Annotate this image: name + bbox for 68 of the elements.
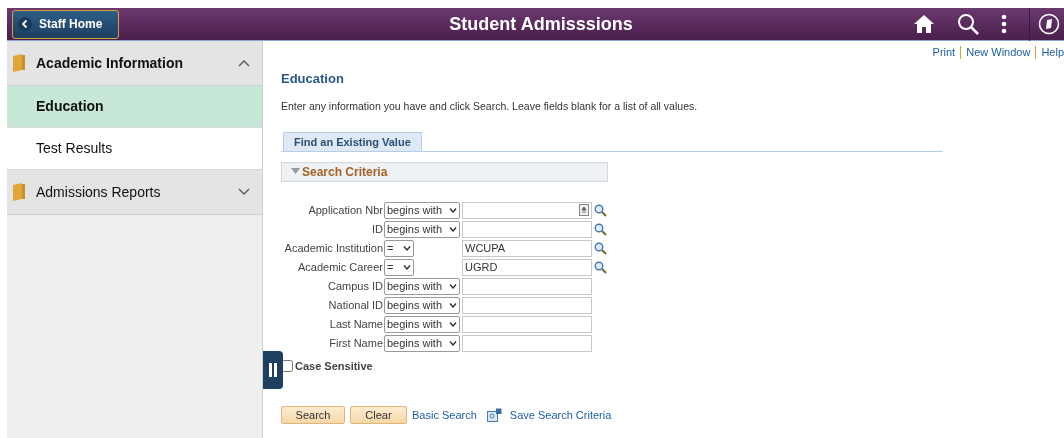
page-heading: Student Admisssions xyxy=(449,12,633,36)
section-title: Education xyxy=(281,69,345,88)
input-field[interactable] xyxy=(462,220,592,238)
operator-select[interactable]: = xyxy=(384,239,414,257)
pause-button[interactable] xyxy=(263,351,283,389)
pause-icon xyxy=(269,363,277,377)
group-label: Admissions Reports xyxy=(36,182,162,202)
basic-search-link[interactable]: Basic Search xyxy=(412,407,477,424)
sidebar-group[interactable]: Admissions Reports xyxy=(7,170,262,215)
section-label: Search Criteria xyxy=(302,163,388,181)
input-field[interactable] xyxy=(462,201,592,219)
field-label: First Name xyxy=(328,336,383,351)
chevron-down-icon xyxy=(449,302,457,308)
action-button[interactable]: Search xyxy=(281,406,345,425)
chevron-down-icon xyxy=(449,283,457,289)
operator-select[interactable]: begins with xyxy=(384,220,460,238)
group-label: Academic Information xyxy=(36,53,185,73)
operator-select[interactable]: = xyxy=(384,258,414,276)
header-link[interactable]: Help xyxy=(1041,44,1064,61)
sidebar-item[interactable]: Education xyxy=(7,86,262,128)
prompt-icon[interactable] xyxy=(579,204,589,217)
field-label: Academic Career xyxy=(297,260,383,275)
back-button[interactable]: Staff Home xyxy=(12,9,119,39)
save-criteria-link[interactable]: Save Search Criteria xyxy=(509,407,612,424)
chevron-down-icon xyxy=(403,264,411,270)
input-field[interactable] xyxy=(462,277,592,295)
header-link[interactable]: Print xyxy=(932,44,956,61)
chevron-down-icon xyxy=(449,226,457,232)
book-icon xyxy=(12,54,26,72)
triangle-down-icon xyxy=(291,168,300,176)
operator-select[interactable]: begins with xyxy=(384,277,460,295)
chevron-left-icon xyxy=(18,17,32,31)
sidebar-group[interactable]: Academic Information xyxy=(7,41,262,86)
chevron-up-icon xyxy=(238,59,250,67)
save-icon[interactable] xyxy=(486,407,502,423)
input-field[interactable]: UGRD xyxy=(462,258,592,276)
field-label: Last Name xyxy=(328,317,383,332)
chevron-down-icon xyxy=(449,207,457,213)
field-label: National ID xyxy=(327,298,383,313)
operator-select[interactable]: begins with xyxy=(384,201,460,219)
field-label: Campus ID xyxy=(326,279,383,294)
operator-select[interactable]: begins with xyxy=(384,296,460,314)
book-icon xyxy=(12,183,26,201)
tab[interactable]: Find an Existing Value xyxy=(283,131,422,151)
sidebar-item[interactable]: Test Results xyxy=(7,128,262,170)
field-label: Academic Institution xyxy=(283,241,383,256)
operator-select[interactable]: begins with xyxy=(384,334,460,352)
input-field[interactable]: WCUPA xyxy=(462,239,592,257)
chevron-down-icon xyxy=(449,321,457,327)
field-label: ID xyxy=(371,222,383,237)
input-field[interactable] xyxy=(462,296,592,314)
chevron-down-icon xyxy=(238,188,250,196)
compass-icon[interactable] xyxy=(1038,13,1060,35)
header-link[interactable]: New Window xyxy=(966,44,1031,61)
operator-select[interactable]: begins with xyxy=(384,315,460,333)
search-icon[interactable] xyxy=(957,13,979,35)
home-icon[interactable] xyxy=(913,14,935,34)
chevron-down-icon xyxy=(449,340,457,346)
input-field[interactable] xyxy=(462,315,592,333)
action-button[interactable]: Clear xyxy=(350,406,407,425)
instruction-text: Enter any information you have and click Search. Leave fields blank for a list of all values. xyxy=(281,99,699,114)
more-icon[interactable] xyxy=(1001,14,1007,34)
checkbox-label: Case Sensitive xyxy=(295,358,373,374)
section-header[interactable]: Search Criteria xyxy=(281,161,608,182)
input-field[interactable] xyxy=(462,334,592,352)
chevron-down-icon xyxy=(403,245,411,251)
checkbox[interactable] xyxy=(281,360,293,372)
field-label: Application Nbr xyxy=(307,203,383,218)
